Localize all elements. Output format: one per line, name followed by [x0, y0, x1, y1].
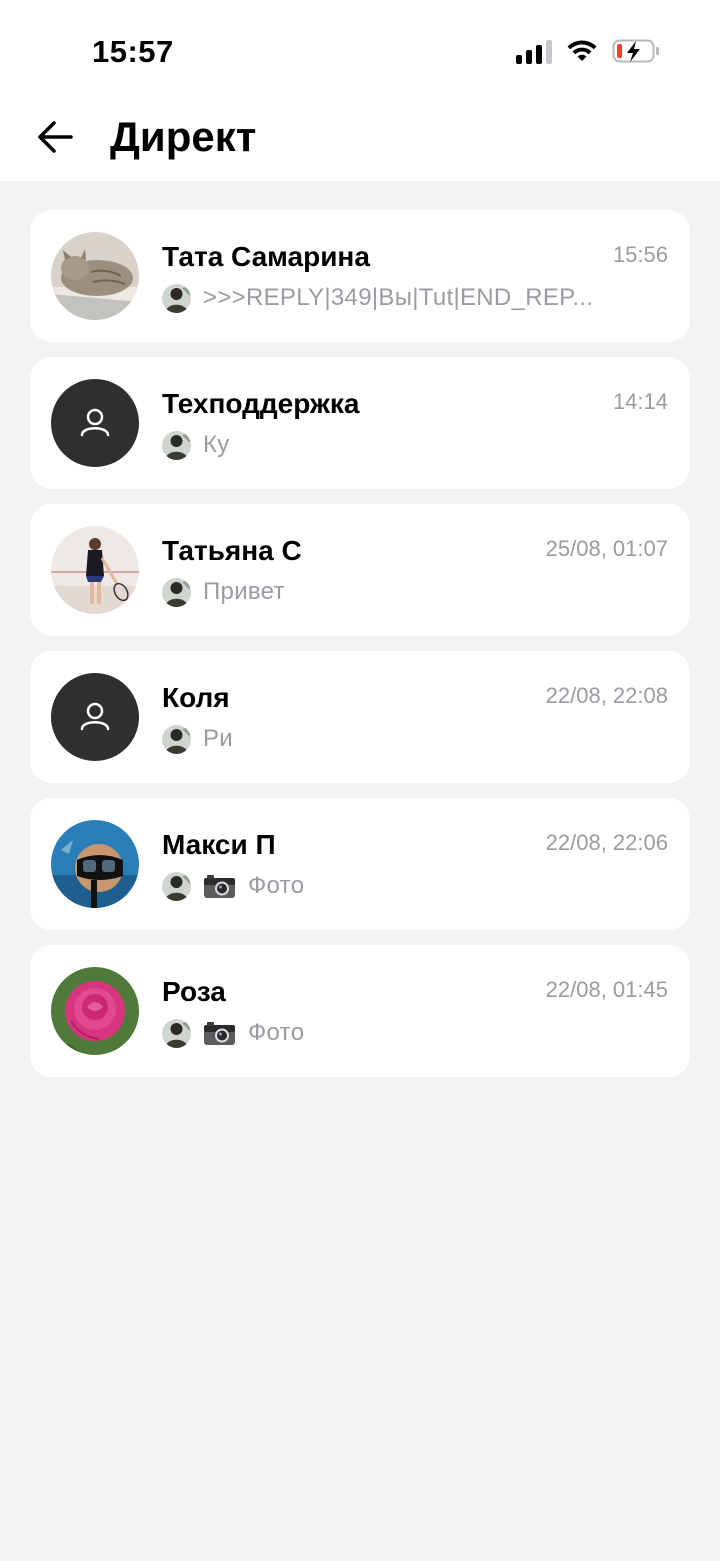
chat-preview: Ри	[162, 724, 612, 754]
preview-text: Фото	[248, 1019, 305, 1046]
chat-item[interactable]: Коля 22/08, 22:08 Ри	[30, 651, 690, 783]
chat-preview: Фото	[162, 1018, 612, 1048]
chat-item[interactable]: Тата Самарина 15:56 >>>REPLY|349|Вы|Tut|…	[30, 210, 690, 342]
preview-text: Ку	[203, 431, 230, 458]
user-placeholder-icon	[51, 673, 139, 761]
back-button[interactable]	[30, 112, 80, 162]
chat-preview: Привет	[162, 577, 612, 607]
sender-avatar	[162, 725, 191, 754]
camera-icon	[203, 1020, 236, 1046]
avatar	[51, 526, 139, 614]
chat-preview: >>>REPLY|349|Вы|Tut|END_REP...	[162, 283, 612, 313]
user-placeholder-icon	[51, 379, 139, 467]
cellular-signal-icon	[516, 38, 552, 64]
chat-time: 22/08, 22:08	[545, 683, 668, 708]
page-title: Директ	[110, 113, 257, 160]
avatar	[51, 967, 139, 1055]
avatar	[51, 673, 139, 761]
avatar	[51, 232, 139, 320]
avatar	[51, 379, 139, 467]
chat-item[interactable]: Макси П 22/08, 22:06 Фото	[30, 798, 690, 930]
arrow-left-icon	[38, 121, 73, 153]
sender-avatar	[162, 578, 191, 607]
top-bar: 15:57 Директ	[0, 0, 720, 181]
chat-time: 22/08, 22:06	[545, 830, 668, 855]
chat-item[interactable]: Татьяна С 25/08, 01:07 Привет	[30, 504, 690, 636]
chat-list: Тата Самарина 15:56 >>>REPLY|349|Вы|Tut|…	[30, 210, 690, 1092]
sender-avatar	[162, 284, 191, 313]
chat-item[interactable]: Техподдержка 14:14 Ку	[30, 357, 690, 489]
chat-name: Роза	[162, 976, 226, 1007]
chat-item[interactable]: Роза 22/08, 01:45 Фото	[30, 945, 690, 1077]
chat-time: 25/08, 01:07	[545, 536, 668, 561]
rose-photo	[51, 967, 139, 1055]
camera-icon	[203, 873, 236, 899]
avatar	[51, 820, 139, 908]
chat-time: 14:14	[612, 389, 668, 414]
chat-name: Тата Самарина	[162, 241, 370, 272]
sender-avatar	[162, 1019, 191, 1048]
sender-avatar	[162, 431, 191, 460]
status-time: 15:57	[92, 34, 174, 69]
chat-preview: Фото	[162, 871, 612, 901]
preview-text: Ри	[203, 725, 234, 752]
chat-time: 15:56	[612, 242, 668, 267]
wifi-icon	[567, 40, 597, 61]
tennis-photo	[51, 526, 139, 614]
chat-preview: Ку	[162, 430, 612, 460]
chat-name: Коля	[162, 682, 230, 713]
status-icons	[516, 38, 660, 64]
cat-photo	[51, 232, 139, 320]
chat-name: Татьяна С	[162, 535, 302, 566]
chat-name: Макси П	[162, 829, 276, 860]
battery-charging-icon	[612, 39, 659, 63]
chat-time: 22/08, 01:45	[545, 977, 668, 1002]
preview-text: Фото	[248, 872, 305, 899]
chat-name: Техподдержка	[162, 388, 360, 419]
diver-photo	[51, 820, 139, 908]
preview-text: Привет	[203, 578, 285, 605]
preview-text: >>>REPLY|349|Вы|Tut|END_REP...	[203, 284, 594, 311]
sender-avatar	[162, 872, 191, 901]
